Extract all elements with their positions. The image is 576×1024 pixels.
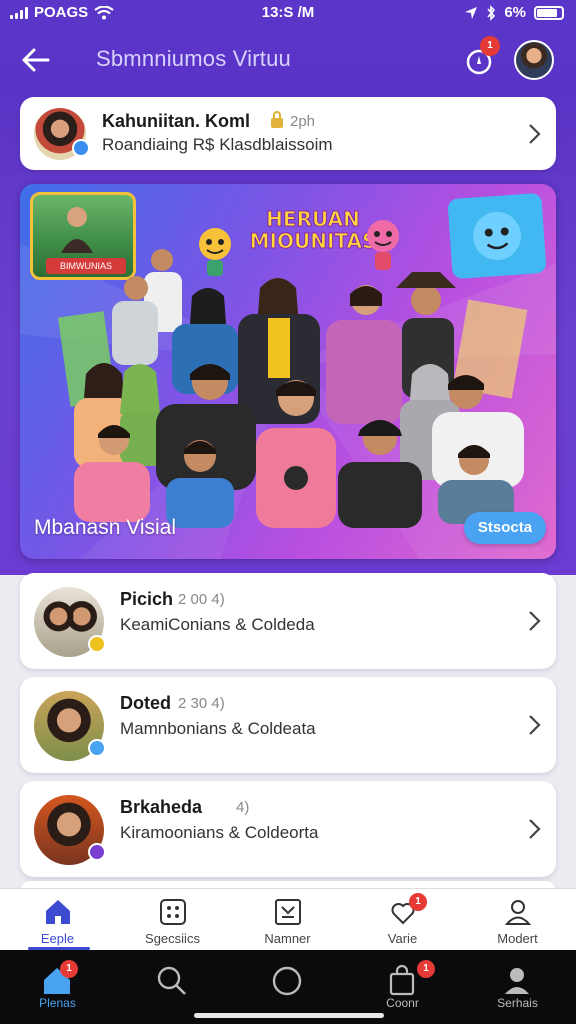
sys-item-person[interactable]: Serhais	[460, 950, 575, 1024]
person-icon	[505, 968, 529, 994]
page-title: Sbmnniumos Virtuu	[96, 46, 291, 71]
chevron-right-icon	[529, 819, 541, 839]
search-icon	[157, 966, 186, 995]
list-item-meta: 4)	[236, 799, 250, 816]
chevron-right-icon	[529, 124, 541, 144]
banner-caption: Mbanasn Visial	[34, 516, 177, 539]
app-header: Sbmnniumos Virtuu 1	[0, 30, 576, 90]
nav-badge: 1	[409, 893, 427, 911]
id-card-icon	[275, 899, 301, 925]
verified-icon	[88, 739, 106, 757]
featured-card[interactable]: Kahuniitan. Koml 2ph Roandiaing R$ Klasd…	[20, 97, 556, 170]
nav-item-namner[interactable]: Namner	[230, 889, 345, 951]
featured-name: Kahuniitan. Koml	[102, 111, 250, 131]
list-item-name: Doted	[120, 693, 171, 713]
bottom-navigation: Eeple Sgecsiics Namner 1 Varie Modert	[0, 888, 576, 950]
profile-icon	[504, 900, 532, 925]
nav-item-home[interactable]: Eeple	[0, 889, 115, 951]
bluetooth-icon	[487, 4, 496, 21]
promo-banner[interactable]: BIMWUNIAS HERUAN MIOUNITAS Mbanasn Visia…	[20, 184, 556, 559]
list-item[interactable]: Picich 2 00 4) KeamiConians & Coldeda	[20, 573, 556, 669]
list-item-subtitle: Mamnbonians & Coldeata	[120, 719, 316, 738]
arrow-left-icon	[22, 48, 50, 72]
list-item[interactable]: Doted 2 30 4) Mamnbonians & Coldeata	[20, 677, 556, 773]
chevron-right-icon	[529, 715, 541, 735]
banner-group-photo	[74, 249, 524, 528]
sys-item-home[interactable]: 1 Plenas	[0, 950, 115, 1024]
back-button[interactable]	[18, 42, 58, 78]
verified-icon	[88, 635, 106, 653]
user-avatar[interactable]	[514, 40, 554, 80]
nav-label: Eeple	[40, 931, 75, 946]
nav-item-schedule[interactable]: Sgecsiics	[115, 889, 230, 951]
list-item-subtitle: Kiramoonians & Coldeorta	[120, 823, 319, 842]
verified-icon	[88, 843, 106, 861]
list-item-name: Brkaheda	[120, 797, 203, 817]
featured-subtitle: Roandiaing R$ Klasdblaissoim	[102, 135, 333, 154]
battery-icon	[534, 5, 564, 20]
list-item-subtitle: KeamiConians & Coldeda	[120, 615, 315, 634]
battery-percent: 6%	[504, 4, 526, 21]
list-item[interactable]: Brkaheda 4) Kiramoonians & Coldeorta	[20, 781, 556, 877]
bag-icon	[389, 964, 415, 996]
sys-label: Plenas	[39, 996, 76, 1010]
list-item-meta: 2 00 4)	[178, 591, 225, 608]
nav-label: Varie	[387, 931, 418, 946]
chevron-right-icon	[529, 611, 541, 631]
nav-item-varie[interactable]: 1 Varie	[345, 889, 460, 951]
circle-icon	[272, 966, 302, 996]
nav-label: Sgecsiics	[145, 931, 200, 946]
location-icon	[465, 6, 478, 19]
sys-badge: 1	[60, 960, 78, 978]
sys-label: Serhais	[497, 996, 538, 1010]
home-indicator[interactable]	[194, 1013, 384, 1018]
sys-label: Coonr	[386, 996, 419, 1010]
calendar-grid-icon	[160, 899, 186, 925]
verified-icon	[72, 139, 90, 157]
list-item-meta: 2 30 4)	[178, 695, 225, 712]
nav-item-profile[interactable]: Modert	[460, 889, 575, 951]
featured-meta: 2ph	[290, 113, 316, 130]
status-bar: POAGS 13:S /M 6%	[0, 0, 576, 28]
nav-label: Modert	[497, 931, 538, 946]
sys-badge: 1	[417, 960, 435, 978]
lock-icon	[271, 111, 283, 128]
home-icon	[46, 900, 70, 924]
notification-badge: 1	[480, 36, 500, 56]
list-item-name: Picich	[120, 589, 174, 609]
nav-label: Namner	[264, 931, 311, 946]
banner-cta-button[interactable]: Stsocta	[464, 512, 546, 544]
